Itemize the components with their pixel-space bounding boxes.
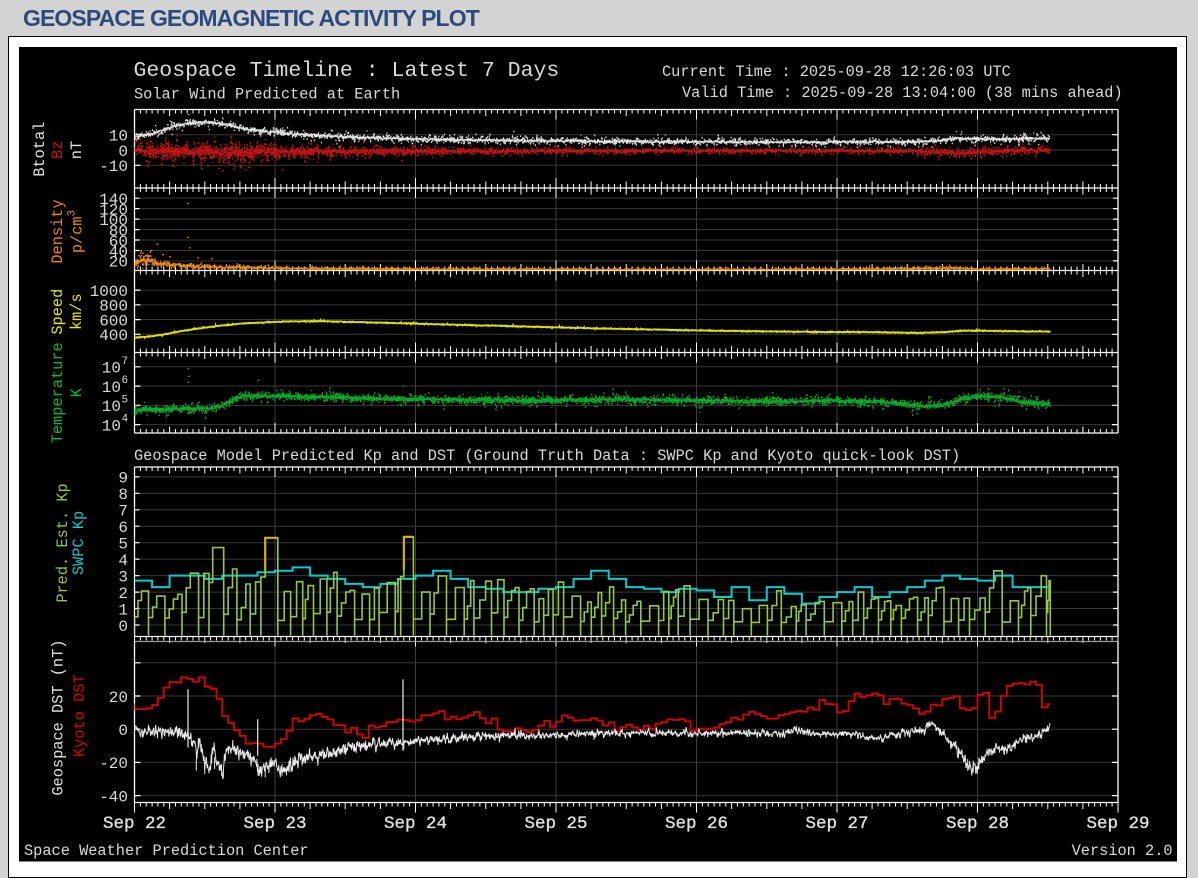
- svg-text:2: 2: [118, 585, 128, 603]
- svg-text:4: 4: [122, 414, 129, 426]
- svg-text:8: 8: [118, 486, 128, 504]
- svg-text:10: 10: [102, 417, 121, 435]
- svg-text:nT: nT: [68, 141, 86, 159]
- svg-text:6: 6: [122, 375, 129, 387]
- svg-text:Space Weather Prediction Cente: Space Weather Prediction Center: [24, 842, 309, 860]
- svg-text:0: 0: [118, 618, 128, 636]
- svg-text:SWPC Kp: SWPC Kp: [70, 511, 88, 575]
- svg-text:-40: -40: [99, 788, 128, 806]
- svg-text:-10: -10: [99, 158, 128, 176]
- svg-text:140: 140: [99, 191, 128, 209]
- svg-text:Sep 28: Sep 28: [946, 814, 1009, 834]
- svg-text:-20: -20: [99, 755, 128, 773]
- svg-text:Sep 26: Sep 26: [665, 814, 728, 834]
- svg-text:Current Time : 2025-09-28 12:2: Current Time : 2025-09-28 12:26:03 UTC: [662, 63, 1011, 81]
- svg-text:20: 20: [109, 689, 128, 707]
- svg-text:Solar Wind Predicted at Earth: Solar Wind Predicted at Earth: [134, 86, 400, 104]
- svg-text:7: 7: [118, 503, 128, 521]
- svg-text:Sep 23: Sep 23: [243, 814, 306, 834]
- svg-text:Sep 24: Sep 24: [384, 814, 447, 834]
- svg-text:Temperature: Temperature: [49, 342, 67, 443]
- svg-text:Sep 29: Sep 29: [1086, 814, 1149, 834]
- svg-text:Kyoto DST: Kyoto DST: [71, 674, 89, 757]
- svg-text:5: 5: [118, 536, 128, 554]
- svg-text:K: K: [68, 387, 86, 397]
- svg-text:Valid Time : 2025-09-28 13:04:: Valid Time : 2025-09-28 13:04:00 (38 min…: [682, 84, 1123, 102]
- svg-text:Density: Density: [49, 199, 67, 263]
- svg-text:1: 1: [118, 601, 128, 619]
- svg-text:0: 0: [118, 722, 128, 740]
- svg-text:1000: 1000: [90, 283, 128, 301]
- svg-text:Bz: Bz: [49, 141, 67, 159]
- svg-text:Btotal: Btotal: [31, 122, 49, 177]
- svg-text:10: 10: [102, 398, 121, 416]
- svg-text:4: 4: [118, 552, 128, 570]
- svg-text:Speed: Speed: [49, 289, 67, 335]
- svg-text:Geospace DST (nT): Geospace DST (nT): [50, 640, 68, 796]
- svg-text:Geospace Timeline : Latest 7 D: Geospace Timeline : Latest 7 Days: [134, 59, 560, 83]
- svg-text:Geospace Model Predicted Kp an: Geospace Model Predicted Kp and DST (Gro…: [134, 447, 960, 465]
- svg-text:6: 6: [118, 519, 128, 537]
- svg-text:9: 9: [118, 470, 128, 488]
- svg-text:Sep 27: Sep 27: [805, 814, 868, 834]
- svg-text:Version 2.0: Version 2.0: [1072, 842, 1173, 860]
- svg-text:Sep 25: Sep 25: [524, 814, 587, 834]
- svg-text:10: 10: [102, 379, 121, 397]
- svg-text:5: 5: [122, 394, 129, 406]
- svg-text:Sep 22: Sep 22: [103, 814, 166, 834]
- svg-text:10: 10: [102, 360, 121, 378]
- svg-text:7: 7: [122, 356, 129, 368]
- svg-text:km/s: km/s: [68, 293, 86, 330]
- svg-text:3: 3: [118, 568, 128, 586]
